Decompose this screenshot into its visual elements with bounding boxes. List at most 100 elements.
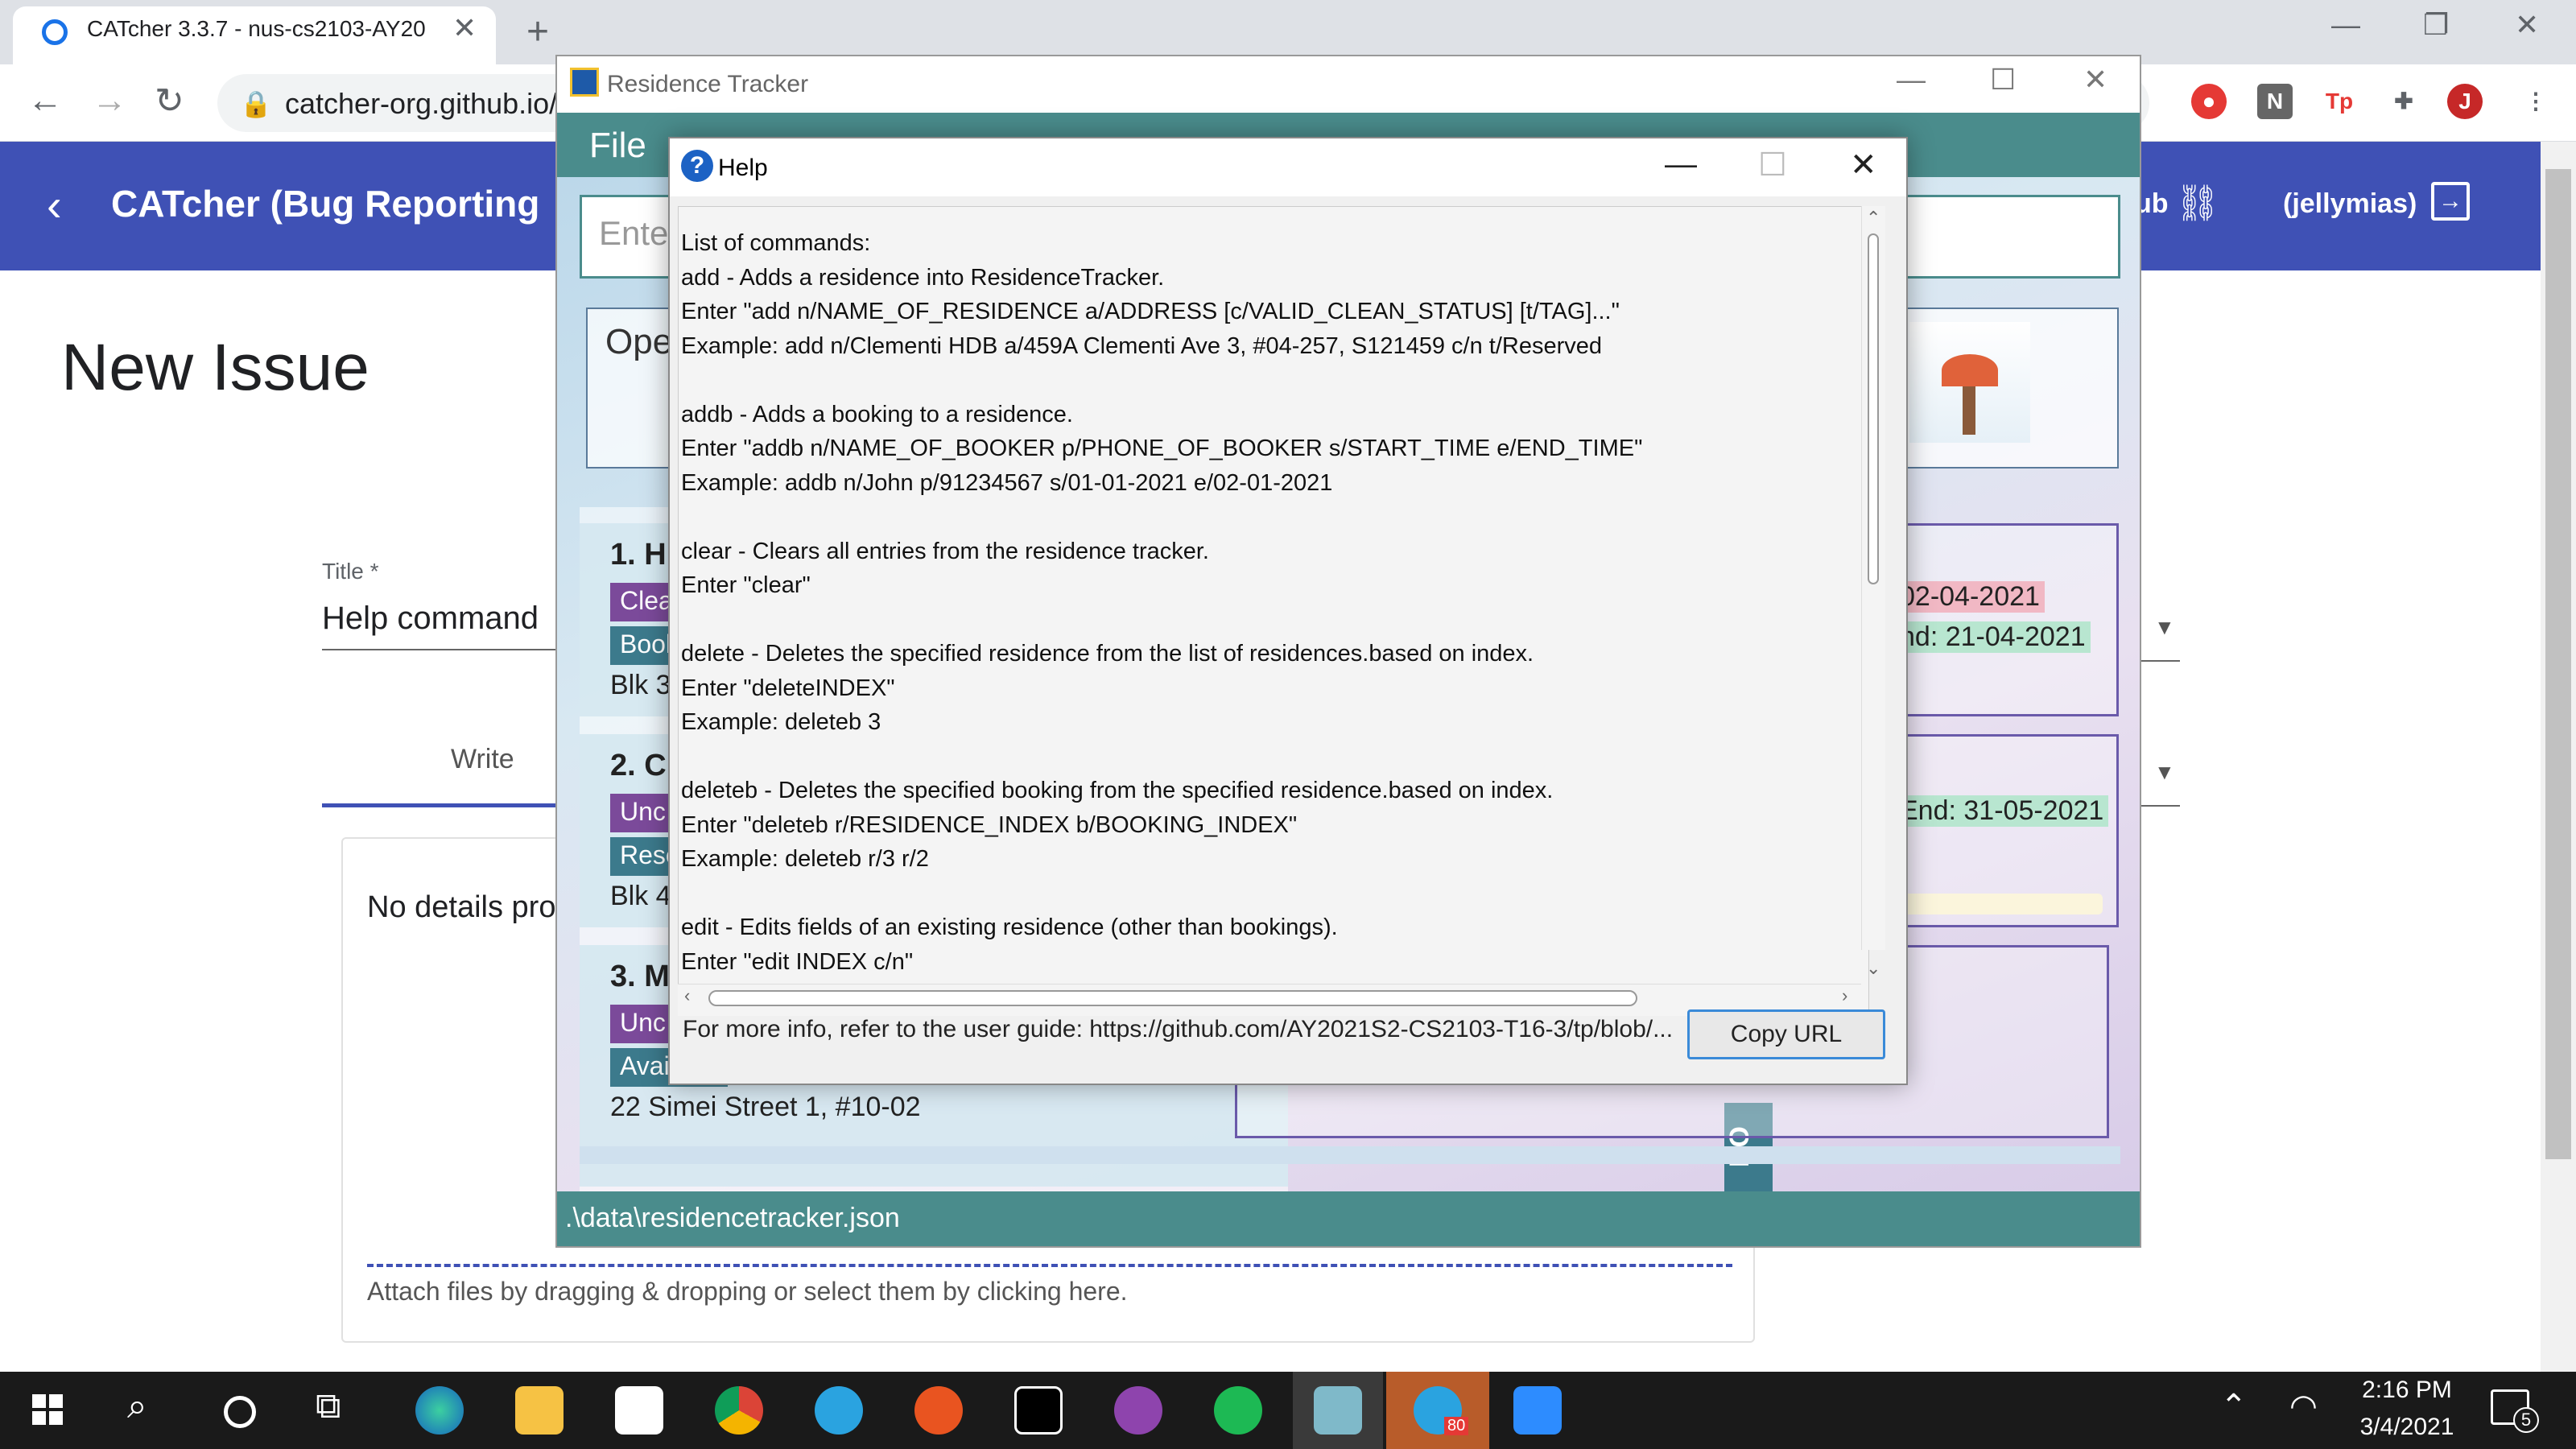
- rt-booking-start: 02-04-2021: [1895, 581, 2045, 613]
- show-hidden-icons-icon[interactable]: ⌃: [2220, 1388, 2248, 1425]
- browser-menu-icon[interactable]: ⋮: [2518, 84, 2553, 119]
- help-text-line: deleteb - Deletes the specified booking …: [681, 778, 1554, 803]
- description-preview-text: No details pro: [367, 890, 556, 924]
- rt-list-scrollbar[interactable]: [580, 1146, 2120, 1164]
- browser-restore-icon[interactable]: ❐: [2423, 8, 2449, 42]
- rt-residence-title: 2. C: [610, 749, 667, 782]
- profile-avatar[interactable]: J: [2447, 84, 2483, 119]
- extension-tp-icon[interactable]: Tp: [2322, 84, 2357, 119]
- rt-decoration-image: [1909, 322, 2030, 443]
- title-input[interactable]: Help command: [322, 601, 539, 637]
- intellij-icon[interactable]: [1014, 1386, 1063, 1435]
- scroll-left-arrow-icon[interactable]: ‹: [684, 985, 690, 1006]
- dropdown-arrow-icon[interactable]: ▼: [2154, 760, 2175, 785]
- help-text-line: Example: add n/Clementi HDB a/459A Cleme…: [681, 332, 1603, 359]
- app-title: CATcher (Bug Reporting: [111, 183, 540, 225]
- help-text-line: Example: deleteb r/3 r/2: [681, 846, 929, 872]
- task-view-icon[interactable]: ⧉: [316, 1386, 341, 1426]
- logout-icon[interactable]: →: [2431, 182, 2470, 221]
- github-desktop-icon[interactable]: [1114, 1386, 1162, 1435]
- help-vertical-scroll-thumb[interactable]: [1868, 233, 1879, 584]
- copy-url-button[interactable]: Copy URL: [1687, 1009, 1885, 1059]
- tab-close-icon[interactable]: ✕: [452, 11, 477, 45]
- page-scrollbar-thumb[interactable]: [2545, 169, 2571, 1159]
- rt-save-location: .\data\residencetracker.json: [565, 1203, 900, 1233]
- tab-write[interactable]: Write: [451, 744, 514, 775]
- help-text-line: Enter "deleteb r/RESIDENCE_INDEX b/BOOKI…: [681, 811, 1298, 838]
- help-text-line: Enter "clear": [681, 572, 811, 598]
- residence-tracker-app-icon: [570, 68, 599, 97]
- extensions-puzzle-icon[interactable]: ✚: [2386, 84, 2421, 119]
- rt-clean-tag: Unc: [610, 794, 675, 832]
- scroll-down-arrow-icon[interactable]: ⌄: [1866, 958, 1880, 979]
- tab-write-indicator: [322, 803, 564, 807]
- rt-residence-title: 1. H: [610, 538, 667, 572]
- rt-residence-address: Blk 4: [610, 881, 671, 911]
- rt-clean-tag: Unc: [610, 1005, 675, 1043]
- rt-booking-end: End: 31-05-2021: [1895, 795, 2109, 827]
- help-minimize-icon[interactable]: —: [1665, 147, 1697, 183]
- search-icon[interactable]: ⌕: [127, 1386, 147, 1426]
- browser-close-icon[interactable]: ✕: [2515, 8, 2539, 42]
- residence-tracker-taskbar-icon[interactable]: [1314, 1386, 1362, 1435]
- zoom-icon[interactable]: [1513, 1386, 1562, 1435]
- rt-window-title: Residence Tracker: [607, 71, 809, 97]
- scroll-right-arrow-icon[interactable]: ›: [1842, 985, 1847, 1006]
- rt-menu-file[interactable]: File: [589, 126, 646, 166]
- attach-files-hint[interactable]: Attach files by dragging & dropping or s…: [367, 1277, 1128, 1307]
- browser-minimize-icon[interactable]: —: [2331, 8, 2360, 42]
- page-title: New Issue: [61, 331, 369, 404]
- back-chevron-icon[interactable]: ‹: [47, 179, 62, 231]
- help-user-guide-link: For more info, refer to the user guide: …: [683, 1016, 1674, 1042]
- help-text-line: Enter "add n/NAME_OF_RESIDENCE a/ADDRESS…: [681, 299, 1620, 324]
- rt-result-text: Ope: [605, 322, 673, 361]
- rt-minimize-icon[interactable]: —: [1897, 63, 1926, 97]
- clock-date[interactable]: 3/4/2021: [2334, 1414, 2479, 1441]
- chrome-icon[interactable]: [715, 1386, 763, 1435]
- reload-icon[interactable]: ↻: [155, 80, 184, 122]
- file-explorer-icon[interactable]: [515, 1386, 564, 1435]
- ubuntu-icon[interactable]: [914, 1386, 963, 1435]
- rt-command-placeholder: Ente: [599, 214, 669, 252]
- back-arrow-icon[interactable]: ←: [27, 80, 63, 121]
- help-window: ? Help — ☐ ✕ List of commands: add - Adds…: [668, 137, 1908, 1085]
- rt-close-icon[interactable]: ✕: [2083, 63, 2107, 97]
- cortana-icon[interactable]: [224, 1396, 256, 1428]
- edge-browser-icon[interactable]: [415, 1386, 464, 1435]
- help-text-line: Enter "addb n/NAME_OF_BOOKER p/PHONE_OF_…: [681, 436, 1643, 461]
- help-text-line: delete - Deletes the specified residence…: [681, 641, 1534, 667]
- help-text-line: Enter "deleteINDEX": [681, 675, 895, 701]
- wifi-icon[interactable]: ◠: [2289, 1388, 2318, 1425]
- telegram-icon[interactable]: [815, 1386, 863, 1435]
- help-text-line: Example: deleteb 3: [681, 709, 881, 735]
- rt-residence-address: 22 Simei Street 1, #10-02: [610, 1092, 921, 1122]
- rt-booking-end: nd: 21-04-2021: [1895, 621, 2091, 653]
- microsoft-store-icon[interactable]: [615, 1386, 663, 1435]
- tab-title: CATcher 3.3.7 - nus-cs2103-AY20: [87, 16, 426, 41]
- help-close-icon[interactable]: ✕: [1850, 147, 1877, 184]
- dropdown-arrow-icon[interactable]: ▼: [2154, 615, 2175, 640]
- extension-n-icon[interactable]: N: [2257, 84, 2293, 119]
- help-text-line: List of commands:: [681, 230, 871, 256]
- new-tab-icon[interactable]: +: [526, 10, 549, 54]
- extension-red-icon[interactable]: ●: [2191, 84, 2227, 119]
- link-icon[interactable]: ⛓: [2175, 182, 2220, 224]
- help-text-line: Enter "edit INDEX c/n": [681, 948, 914, 975]
- notification-count-badge: 5: [2513, 1407, 2539, 1433]
- help-window-title: Help: [718, 155, 768, 181]
- help-text-area[interactable]: [678, 206, 1869, 1016]
- rt-maximize-icon[interactable]: ☐: [1990, 63, 2016, 97]
- title-field-label: Title *: [322, 559, 379, 584]
- spotify-icon[interactable]: [1214, 1386, 1262, 1435]
- clock-time[interactable]: 2:16 PM: [2334, 1377, 2479, 1404]
- help-titlebar: [670, 138, 1906, 196]
- help-horizontal-scroll-thumb[interactable]: [708, 990, 1637, 1006]
- help-text-line: edit - Edits fields of an existing resid…: [681, 914, 1338, 940]
- address-bar-url: catcher-org.github.io/: [285, 87, 558, 120]
- help-text-line: addb - Adds a booking to a residence.: [681, 401, 1073, 427]
- lock-icon: 🔒: [240, 89, 272, 118]
- scroll-up-arrow-icon[interactable]: ⌃: [1866, 208, 1880, 229]
- forward-arrow-icon[interactable]: →: [92, 80, 127, 121]
- windows-start-icon[interactable]: [32, 1394, 63, 1425]
- rt-residence-address: Blk 3: [610, 670, 671, 700]
